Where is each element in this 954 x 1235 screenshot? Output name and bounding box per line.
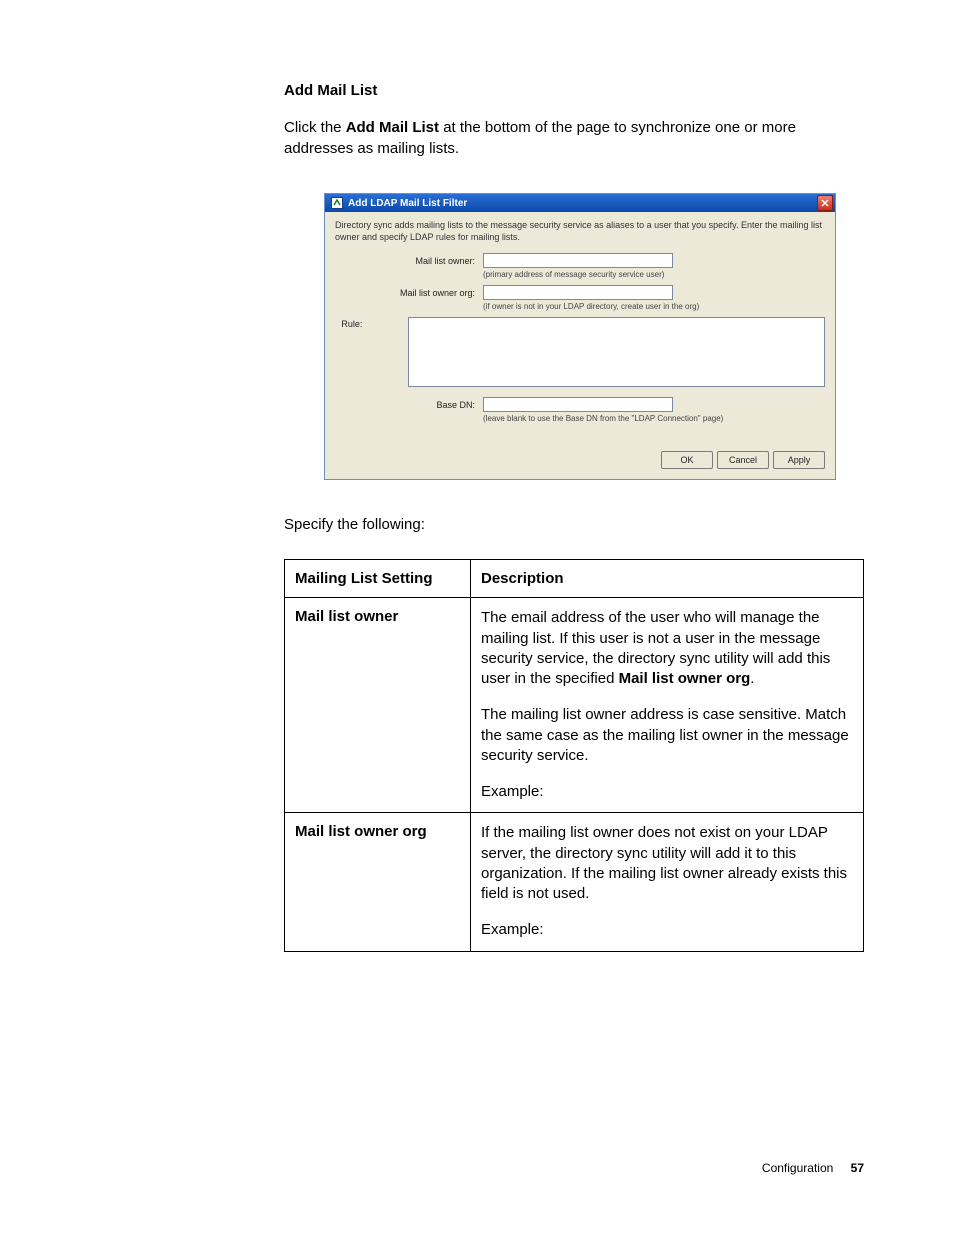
mail-list-owner-hint: (primary address of message security ser…	[483, 270, 825, 279]
footer-page-number: 57	[851, 1161, 864, 1175]
mail-list-owner-org-hint: (if owner is not in your LDAP directory,…	[483, 302, 825, 311]
base-dn-input[interactable]	[483, 397, 673, 412]
row1-p3: Example:	[481, 782, 853, 802]
table-row: Mail list owner org If the mailing list …	[285, 813, 864, 951]
section-heading: Add Mail List	[284, 82, 864, 99]
specify-text: Specify the following:	[284, 516, 864, 533]
row-label-mail-list-owner: Mail list owner	[285, 598, 471, 813]
mail-list-owner-input[interactable]	[483, 253, 673, 268]
table-header-row: Mailing List Setting Description	[285, 560, 864, 598]
row1-p1c: .	[750, 670, 754, 687]
intro-paragraph: Click the Add Mail List at the bottom of…	[284, 117, 864, 159]
footer-section: Configuration	[762, 1161, 833, 1175]
intro-text-pre: Click the	[284, 119, 346, 136]
row-desc-mail-list-owner-org: If the mailing list owner does not exist…	[471, 813, 864, 951]
base-dn-hint: (leave blank to use the Base DN from the…	[483, 414, 825, 423]
app-icon	[331, 197, 343, 209]
add-ldap-mail-list-filter-dialog: Add LDAP Mail List Filter Directory sync…	[324, 193, 836, 480]
cancel-button[interactable]: Cancel	[717, 451, 769, 469]
table-header-description: Description	[471, 560, 864, 598]
rule-textarea[interactable]	[408, 317, 825, 387]
mail-list-owner-org-input[interactable]	[483, 285, 673, 300]
rule-label: Rule:	[335, 317, 370, 329]
ok-button[interactable]: OK	[661, 451, 713, 469]
row2-p1: If the mailing list owner does not exist…	[481, 823, 853, 904]
close-button[interactable]	[817, 195, 833, 211]
dialog-title: Add LDAP Mail List Filter	[348, 198, 467, 209]
row1-p2: The mailing list owner address is case s…	[481, 705, 853, 766]
table-header-setting: Mailing List Setting	[285, 560, 471, 598]
mail-list-owner-org-label: Mail list owner org:	[335, 285, 483, 298]
mail-list-owner-label: Mail list owner:	[335, 253, 483, 266]
close-icon	[821, 199, 829, 207]
dialog-instructions: Directory sync adds mailing lists to the…	[335, 220, 825, 243]
dialog-titlebar: Add LDAP Mail List Filter	[325, 194, 835, 212]
row-label-mail-list-owner-org: Mail list owner org	[285, 813, 471, 951]
table-row: Mail list owner The email address of the…	[285, 598, 864, 813]
intro-text-bold: Add Mail List	[346, 119, 439, 136]
apply-button[interactable]: Apply	[773, 451, 825, 469]
row-desc-mail-list-owner: The email address of the user who will m…	[471, 598, 864, 813]
page-footer: Configuration 57	[762, 1161, 864, 1175]
settings-table: Mailing List Setting Description Mail li…	[284, 559, 864, 951]
row2-p2: Example:	[481, 920, 853, 940]
base-dn-label: Base DN:	[335, 397, 483, 410]
row1-p1b: Mail list owner org	[619, 670, 751, 687]
